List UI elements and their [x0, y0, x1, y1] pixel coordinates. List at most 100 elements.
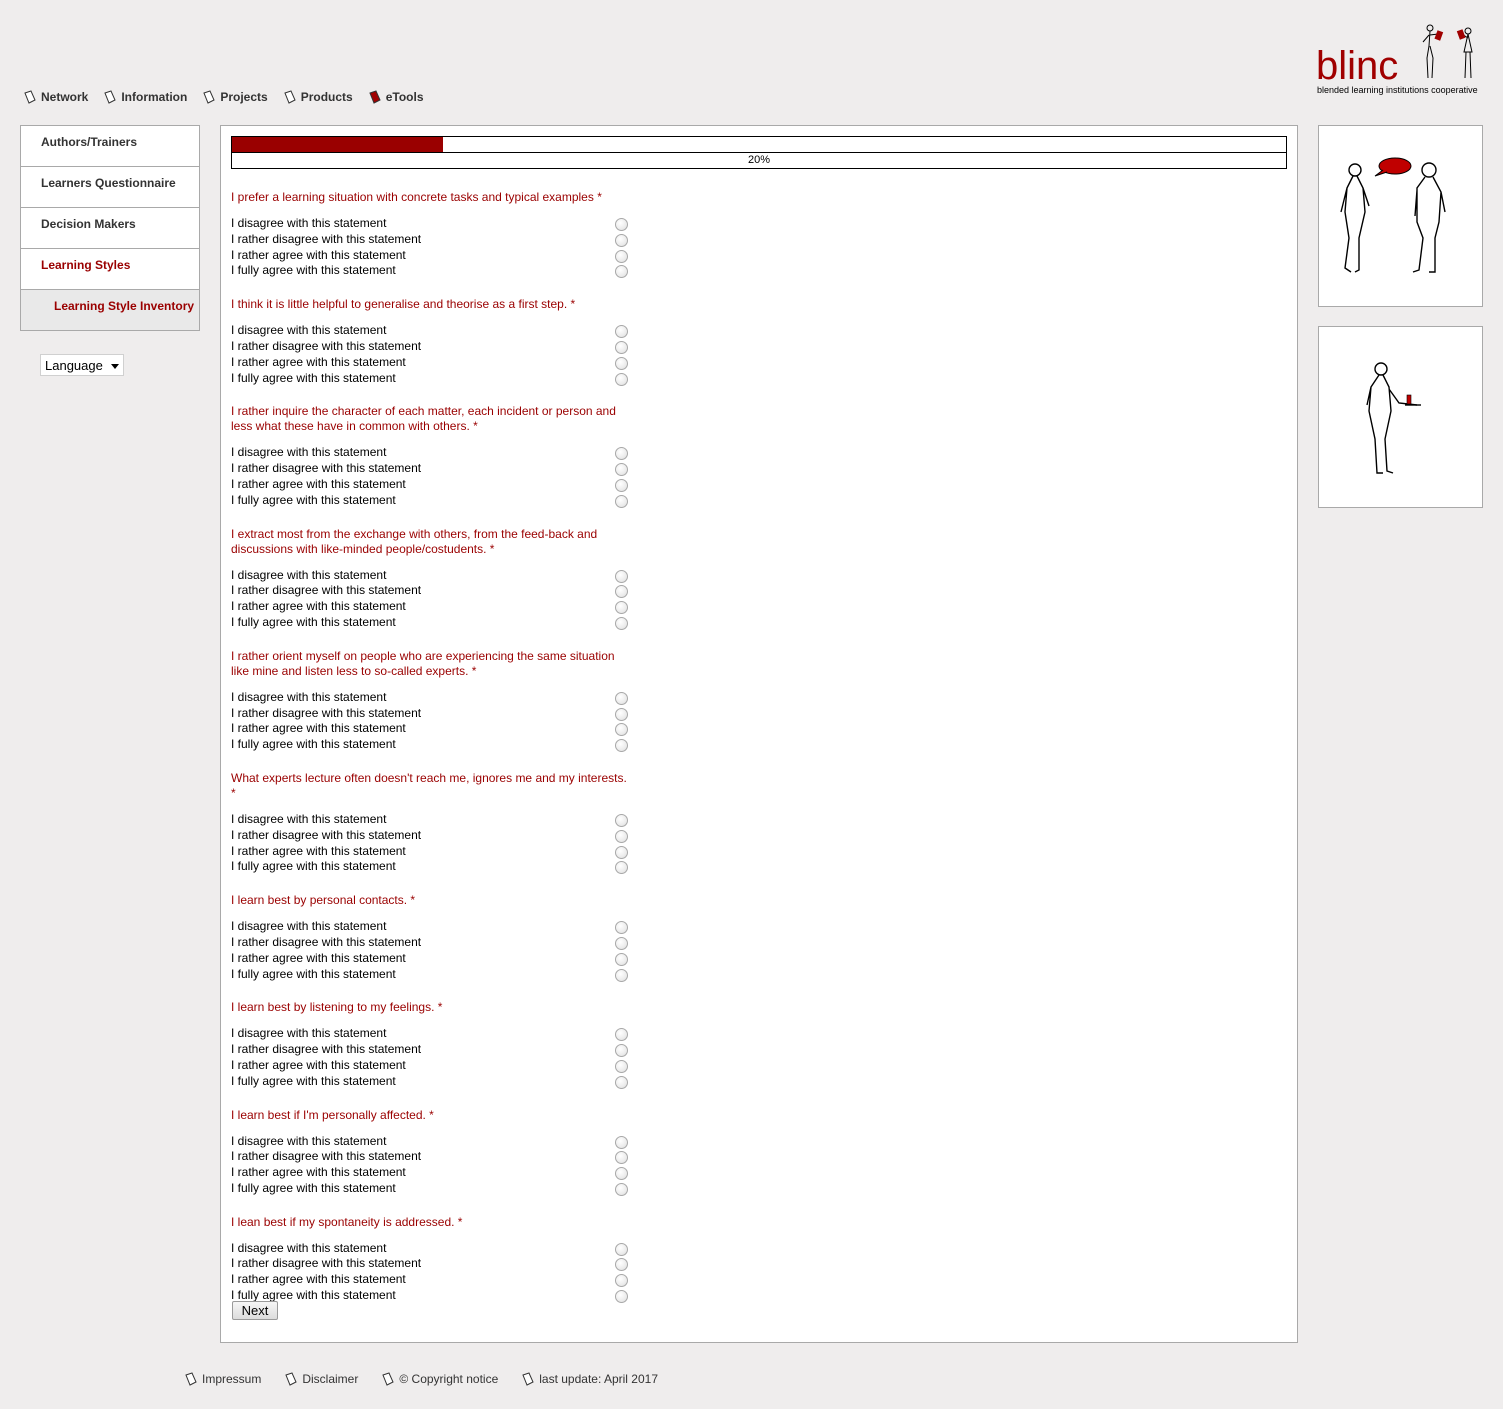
- answer-label: I disagree with this statement: [231, 445, 387, 460]
- answer-option: I disagree with this statement: [231, 919, 631, 935]
- answer-radio[interactable]: [615, 218, 628, 231]
- nav-products[interactable]: Products: [284, 87, 353, 107]
- question-title: I rather orient myself on people who are…: [231, 648, 615, 678]
- answer-options: I disagree with this statement I rather d…: [231, 216, 631, 279]
- sidebar-item-learners-questionnaire[interactable]: Learners Questionnaire: [21, 167, 199, 208]
- answer-label: I fully agree with this statement: [231, 1180, 396, 1195]
- answer-radio[interactable]: [615, 447, 628, 461]
- nav-projects[interactable]: Projects: [203, 87, 268, 107]
- question-list: I prefer a learning situation with concr…: [231, 190, 631, 1322]
- answer-option: I disagree with this statement: [231, 812, 631, 828]
- answer-radio[interactable]: [615, 813, 628, 827]
- answer-option: I rather disagree with this statement: [231, 1149, 631, 1165]
- answer-label: I rather disagree with this statement: [231, 583, 422, 598]
- answer-radio[interactable]: [615, 1182, 628, 1196]
- answer-radio[interactable]: [615, 616, 628, 630]
- sidebar-item-authors-trainers[interactable]: Authors/Trainers: [21, 126, 199, 167]
- footer-link-impressum[interactable]: Impressum: [185, 1372, 261, 1386]
- answer-option: I rather disagree with this statement: [231, 1042, 631, 1058]
- answer-label: I rather disagree with this statement: [231, 1149, 422, 1164]
- answer-option: I disagree with this statement: [231, 445, 631, 461]
- answer-radio[interactable]: [615, 1274, 628, 1288]
- answer-radio[interactable]: [615, 1075, 628, 1089]
- answer-radio[interactable]: [615, 1151, 628, 1165]
- answer-options: I disagree with this statement I rather d…: [231, 445, 631, 508]
- nav-information[interactable]: Information: [104, 87, 187, 107]
- answer-option: I disagree with this statement: [231, 1134, 631, 1150]
- answer-radio[interactable]: [615, 1044, 628, 1058]
- sidebar-item-decision-makers[interactable]: Decision Makers: [21, 208, 199, 249]
- answer-radio[interactable]: [615, 249, 628, 263]
- answer-radio[interactable]: [615, 921, 628, 935]
- answer-radio[interactable]: [615, 325, 628, 339]
- answer-radio[interactable]: [615, 739, 628, 753]
- answer-option: I rather agree with this statement: [231, 844, 631, 860]
- answer-option: I rather agree with this statement: [231, 1272, 631, 1288]
- answer-label: I rather disagree with this statement: [231, 705, 422, 720]
- sidebar-item-learning-style-inventory[interactable]: Learning Style Inventory: [21, 290, 199, 330]
- answer-radio[interactable]: [615, 1059, 628, 1073]
- answer-option: I fully agree with this statement: [231, 1181, 631, 1197]
- nav-label: Products: [300, 90, 353, 104]
- answer-option: I rather agree with this statement: [231, 951, 631, 967]
- nav-label: Projects: [220, 90, 268, 104]
- answer-option: I disagree with this statement: [231, 690, 631, 706]
- answer-radio[interactable]: [615, 463, 628, 477]
- answer-label: I rather disagree with this statement: [231, 461, 422, 476]
- answer-radio[interactable]: [615, 861, 628, 875]
- page-icon: [24, 90, 36, 104]
- footer-link-copyright[interactable]: © Copyright notice: [382, 1372, 498, 1386]
- footer-label: last update: April 2017: [539, 1372, 659, 1386]
- language-select[interactable]: Language: [40, 354, 124, 376]
- blinc-logo[interactable]: blinc blended learning institutions coop…: [1316, 22, 1486, 98]
- answer-label: I disagree with this statement: [231, 1240, 387, 1255]
- answer-radio[interactable]: [615, 723, 628, 737]
- answer-radio[interactable]: [615, 952, 628, 966]
- answer-radio[interactable]: [615, 494, 628, 508]
- answer-radio[interactable]: [615, 691, 628, 705]
- answer-option: I rather agree with this statement: [231, 1165, 631, 1181]
- answer-radio[interactable]: [615, 569, 628, 583]
- answer-options: I disagree with this statement I rather d…: [231, 568, 631, 631]
- answer-radio[interactable]: [615, 1167, 628, 1181]
- answer-option: I disagree with this statement: [231, 1026, 631, 1042]
- footer-link-disclaimer[interactable]: Disclaimer: [285, 1372, 358, 1386]
- answer-option: I rather disagree with this statement: [231, 461, 631, 477]
- answer-label: I rather agree with this statement: [231, 476, 406, 491]
- page-icon: [284, 90, 296, 104]
- answer-radio[interactable]: [615, 478, 628, 492]
- answer-options: I disagree with this statement I rather d…: [231, 812, 631, 875]
- nav-network[interactable]: Network: [24, 87, 88, 107]
- answer-label: I disagree with this statement: [231, 567, 387, 582]
- answer-options: I disagree with this statement I rather d…: [231, 919, 631, 982]
- answer-option: I disagree with this statement: [231, 323, 631, 339]
- question-block: I rather inquire the character of each m…: [231, 404, 631, 508]
- answer-radio[interactable]: [615, 1258, 628, 1272]
- answer-radio[interactable]: [615, 265, 628, 279]
- answer-radio[interactable]: [615, 968, 628, 982]
- answer-radio[interactable]: [615, 707, 628, 721]
- answer-radio[interactable]: [615, 1242, 628, 1256]
- nav-etools[interactable]: eTools: [369, 87, 424, 107]
- answer-radio[interactable]: [615, 936, 628, 950]
- answer-radio[interactable]: [615, 1028, 628, 1042]
- next-button[interactable]: Next: [232, 1301, 278, 1320]
- illustration-waitress: [1318, 326, 1483, 508]
- answer-radio[interactable]: [615, 233, 628, 247]
- answer-radio[interactable]: [615, 845, 628, 859]
- answer-radio[interactable]: [615, 1135, 628, 1149]
- answer-option: I rather disagree with this statement: [231, 232, 631, 248]
- answer-radio[interactable]: [615, 372, 628, 386]
- answer-radio[interactable]: [615, 829, 628, 843]
- answer-option: I rather disagree with this statement: [231, 935, 631, 951]
- answer-radio[interactable]: [615, 585, 628, 599]
- answer-radio[interactable]: [615, 601, 628, 615]
- question-block: I extract most from the exchange with ot…: [231, 527, 631, 631]
- answer-option: I fully agree with this statement: [231, 371, 631, 387]
- answer-radio[interactable]: [615, 1290, 628, 1304]
- sidebar-item-learning-styles[interactable]: Learning Styles: [21, 249, 199, 290]
- answer-radio[interactable]: [615, 340, 628, 354]
- answer-option: I rather agree with this statement: [231, 355, 631, 371]
- answer-option: I rather agree with this statement: [231, 1058, 631, 1074]
- answer-radio[interactable]: [615, 356, 628, 370]
